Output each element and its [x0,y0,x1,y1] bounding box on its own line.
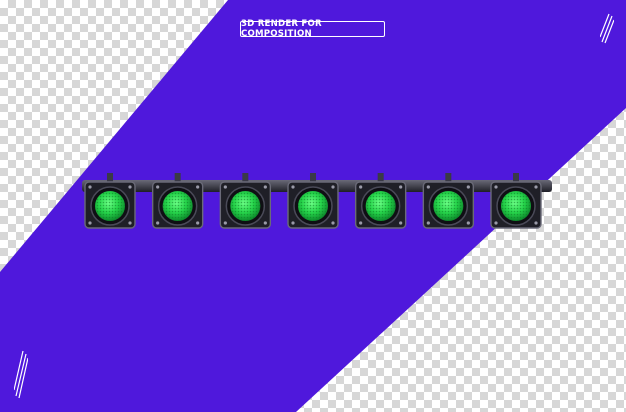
screw-icon [156,221,160,225]
screw-icon [534,221,538,225]
lamp-led-texture [230,191,261,221]
screw-icon [426,221,430,225]
lamp-led-texture [365,191,396,221]
screw-icon [399,221,403,225]
screw-icon [263,185,267,189]
lamp-led-texture [95,191,125,221]
render-preview: 3D RENDER FOR COMPOSITION [0,0,626,412]
screw-icon [494,221,498,225]
lamp-led-texture [433,191,464,221]
screw-icon [331,185,335,189]
screw-icon [534,185,538,189]
screw-icon [223,185,227,189]
screw-icon [494,185,498,189]
screw-icon [156,185,160,189]
lamp-led-texture [162,191,193,221]
screw-icon [88,185,92,189]
screw-icon [291,221,295,225]
lamp-led-texture [501,191,531,221]
screw-icon [128,185,132,189]
screw-icon [291,185,295,189]
screw-icon [399,185,403,189]
screw-icon [359,221,363,225]
lamp-led-texture [298,191,328,221]
screw-icon [359,185,363,189]
screw-icon [263,221,267,225]
screw-icon [196,185,200,189]
screw-icon [466,185,470,189]
screw-icon [466,221,470,225]
screw-icon [196,221,200,225]
screw-icon [426,185,430,189]
screw-icon [331,221,335,225]
traffic-light-row [82,173,552,229]
screw-icon [128,221,132,225]
screw-icon [88,221,92,225]
screw-icon [223,221,227,225]
